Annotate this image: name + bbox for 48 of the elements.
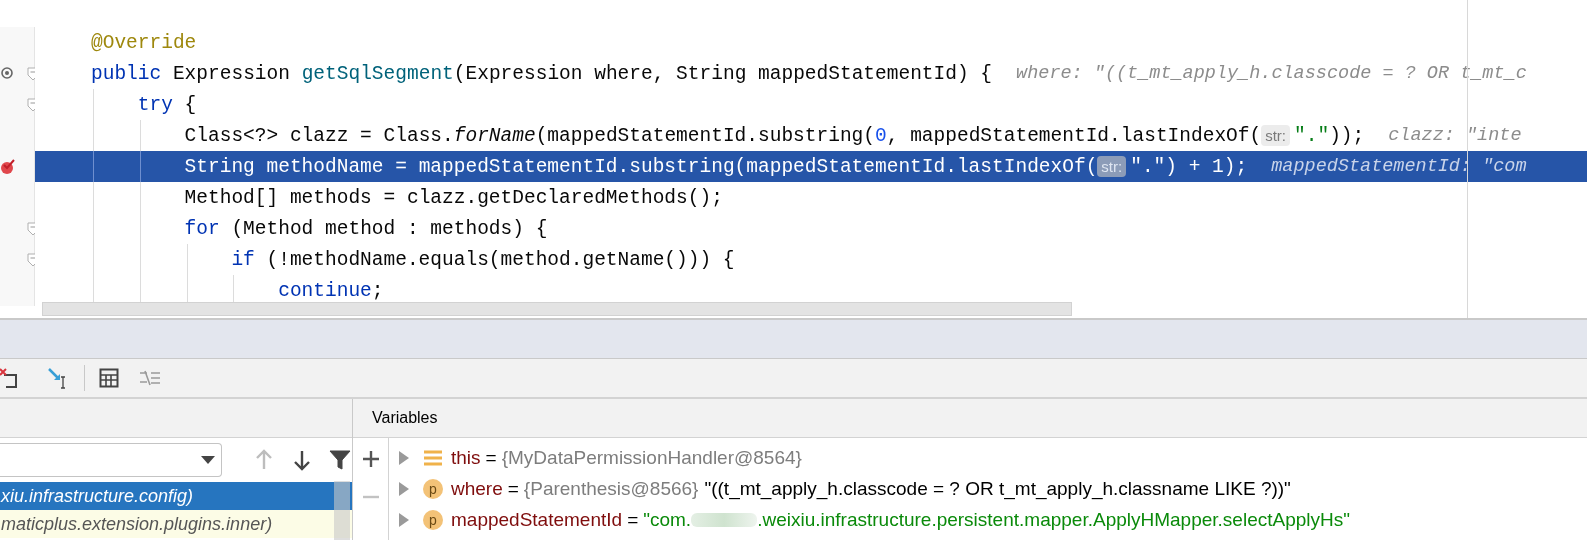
equals-sign: = bbox=[507, 477, 519, 500]
expand-arrow-icon[interactable] bbox=[399, 512, 409, 527]
code-text: ".") + 1); bbox=[1130, 155, 1248, 178]
variable-value: "com. bbox=[643, 508, 692, 531]
code-text: if (!methodName.equals(method.getName())) { bbox=[231, 248, 735, 271]
inline-value-hint: clazz: "inte bbox=[1388, 125, 1522, 146]
variable-value: .weixiu.infrastructure.persistent.mapper.ApplyHMapper.selectApplyHs" bbox=[757, 508, 1350, 531]
thread-dropdown[interactable] bbox=[0, 443, 222, 477]
inline-value-hint: where: "((t_mt_apply_h.classcode = ? OR t_mt_c bbox=[1016, 63, 1527, 84]
code-text: for (Method method : methods) { bbox=[184, 217, 548, 240]
stack-frame[interactable]: maticplus.extension.plugins.inner) bbox=[0, 510, 352, 538]
scrollbar-thumb[interactable] bbox=[42, 302, 1072, 316]
field-icon bbox=[423, 448, 443, 467]
gutter-cell[interactable] bbox=[0, 275, 35, 306]
calculator-icon[interactable] bbox=[99, 368, 119, 388]
variable-value: {Parenthesis@8566} bbox=[523, 477, 699, 500]
variable-name: mappedStatementId bbox=[451, 508, 623, 531]
parameter-icon: p bbox=[423, 509, 443, 530]
dropdown-caret-icon bbox=[201, 456, 215, 464]
variable-name: this bbox=[451, 446, 481, 469]
add-icon[interactable] bbox=[361, 450, 380, 468]
code-text: Class<?> clazz = Class.forName(mappedStatementId.substring(0, mappedStatementId.lastIndexOf( bbox=[184, 124, 1262, 147]
redaction-blur bbox=[691, 512, 758, 527]
code-text: ".")); bbox=[1294, 124, 1365, 147]
parameter-hint: str: bbox=[1261, 125, 1291, 146]
code-text: public Expression getSqlSegment(Expression where, String mappedStatementId) { bbox=[91, 62, 993, 85]
parameter-hint: str: bbox=[1097, 156, 1127, 177]
equals-sign: = bbox=[627, 508, 639, 531]
code-text: continue; bbox=[278, 279, 384, 302]
stop-icon[interactable] bbox=[0, 367, 20, 389]
code-text: Method[] methods = clazz.getDeclaredMethods(); bbox=[184, 186, 723, 209]
variable-value: "((t_mt_apply_h.classcode = ? OR t_mt_apply_h.classname LIKE ?))" bbox=[704, 477, 1291, 500]
panel-title: Variables bbox=[372, 409, 438, 427]
gutter-cell[interactable] bbox=[0, 27, 35, 58]
parameter-icon: p bbox=[423, 478, 443, 499]
expand-arrow-icon[interactable] bbox=[399, 481, 409, 496]
stack-frame[interactable]: xiu.infrastructure.config) bbox=[0, 482, 352, 510]
trace-icon[interactable] bbox=[139, 369, 161, 387]
scrollbar-track[interactable] bbox=[334, 481, 350, 540]
variable-value: {MyDataPermissionHandler@8564} bbox=[501, 446, 802, 469]
code-text: try { bbox=[137, 93, 197, 116]
variable-name: where bbox=[451, 477, 503, 500]
equals-sign: = bbox=[485, 446, 497, 469]
inline-value-hint: mappedStatementId: "com bbox=[1271, 156, 1527, 177]
expand-arrow-icon[interactable] bbox=[399, 450, 409, 465]
code-text: String methodName = mappedStatementId.substring(mappedStatementId.lastIndexOf( bbox=[184, 155, 1098, 178]
code-text: @Override bbox=[91, 31, 197, 54]
filter-icon[interactable] bbox=[328, 448, 352, 472]
